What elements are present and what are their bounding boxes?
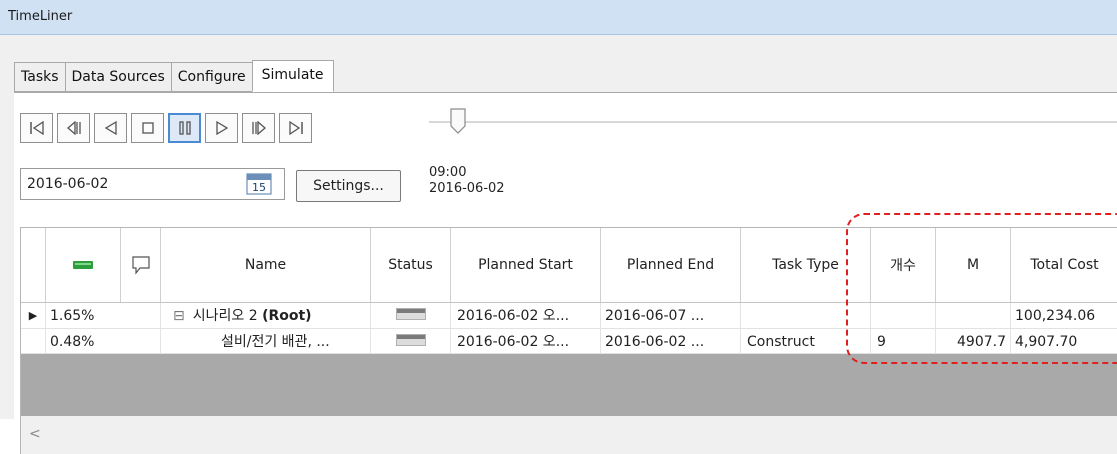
- play-backward-button[interactable]: [94, 113, 127, 143]
- header-progress[interactable]: [46, 228, 121, 302]
- header-task-type[interactable]: Task Type: [741, 228, 871, 302]
- step-back-button[interactable]: [57, 113, 90, 143]
- date-value: 2016-06-02: [27, 176, 109, 192]
- row-task-type: [741, 303, 871, 329]
- calendar-icon[interactable]: 15: [246, 173, 272, 195]
- play-icon: [215, 121, 228, 135]
- row-progress: 1.65%: [46, 303, 161, 329]
- grid-header: Name Status Planned Start Planned End Ta…: [21, 228, 1117, 303]
- row-total-cost: 100,234.06: [1015, 308, 1096, 324]
- table-row[interactable]: ▶ 1.65% ⊟ 시나리오 2 (Root) 2016-06-02 오... 2…: [21, 303, 1117, 329]
- row-planned-start: 2016-06-02 오...: [451, 303, 601, 329]
- window-titlebar: TimeLiner: [0, 0, 1117, 35]
- tab-tasks[interactable]: Tasks: [14, 62, 65, 92]
- row-name-text: 시나리오 2: [192, 308, 258, 324]
- window-title: TimeLiner: [8, 9, 73, 24]
- date-picker[interactable]: 2016-06-02 15: [20, 168, 285, 200]
- go-to-start-icon: [29, 121, 44, 135]
- table-row[interactable]: 0.48% 설비/전기 배관, ... 2016-06-02 오... 2016…: [21, 329, 1117, 355]
- current-date: 2016-06-02: [429, 181, 505, 196]
- time-slider[interactable]: [429, 105, 1117, 135]
- header-comment[interactable]: [121, 228, 161, 302]
- progress-bar-icon: [73, 261, 93, 269]
- slider-track: [429, 121, 1117, 123]
- tab-data-sources[interactable]: Data Sources: [64, 62, 171, 92]
- header-m[interactable]: M: [936, 228, 1011, 302]
- row-count: [871, 303, 936, 329]
- tab-simulate[interactable]: Simulate: [251, 60, 334, 92]
- timeliner-content: Tasks Data Sources Configure Simulate 20…: [0, 35, 1117, 454]
- settings-button[interactable]: Settings...: [296, 170, 401, 202]
- comment-icon: [131, 256, 150, 275]
- header-total-cost[interactable]: Total Cost: [1011, 228, 1117, 302]
- row-task-type: Construct: [741, 329, 871, 355]
- row-status: [371, 303, 451, 329]
- tab-bar: Tasks Data Sources Configure Simulate: [14, 60, 334, 92]
- status-bar: [395, 308, 426, 320]
- horizontal-scrollbar[interactable]: <: [21, 416, 1117, 454]
- task-grid: Name Status Planned Start Planned End Ta…: [20, 227, 1117, 454]
- step-forward-icon: [251, 121, 266, 135]
- row-m: 4907.7: [936, 329, 1011, 355]
- header-status[interactable]: Status: [371, 228, 451, 302]
- row-planned-end: 2016-06-02 ...: [601, 329, 741, 355]
- go-to-end-button[interactable]: [279, 113, 312, 143]
- calendar-day: 15: [252, 181, 266, 194]
- row-count: 9: [871, 329, 936, 355]
- pause-button[interactable]: [168, 113, 201, 143]
- grid-empty-area: [21, 354, 1117, 416]
- row-name[interactable]: 설비/전기 배관, ...: [161, 329, 371, 355]
- pause-icon: [178, 121, 191, 135]
- header-row-indicator: [21, 228, 46, 302]
- row-indicator: [21, 329, 46, 355]
- step-forward-button[interactable]: [242, 113, 275, 143]
- stop-button[interactable]: [131, 113, 164, 143]
- row-name[interactable]: ⊟ 시나리오 2 (Root): [161, 303, 371, 329]
- collapse-icon[interactable]: ⊟: [173, 308, 185, 324]
- current-time: 09:00: [429, 165, 467, 180]
- step-back-icon: [66, 121, 81, 135]
- header-name[interactable]: Name: [161, 228, 371, 302]
- header-planned-end[interactable]: Planned End: [601, 228, 741, 302]
- slider-thumb[interactable]: [449, 108, 467, 134]
- current-time-display: 09:00 2016-06-02: [429, 165, 505, 197]
- row-status: [371, 329, 451, 355]
- header-count[interactable]: 개수: [871, 228, 936, 302]
- scroll-left-icon[interactable]: <: [29, 426, 41, 442]
- go-to-end-icon: [288, 121, 303, 135]
- play-button[interactable]: [205, 113, 238, 143]
- header-planned-start[interactable]: Planned Start: [451, 228, 601, 302]
- status-bar: [395, 334, 426, 346]
- row-planned-start: 2016-06-02 오...: [451, 329, 601, 355]
- playback-controls: [20, 113, 316, 143]
- play-backward-icon: [104, 121, 117, 135]
- row-total-cost: 4,907.70: [1015, 334, 1078, 350]
- stop-icon: [141, 122, 154, 134]
- tab-configure[interactable]: Configure: [170, 62, 252, 92]
- go-to-start-button[interactable]: [20, 113, 53, 143]
- row-progress: 0.48%: [46, 329, 161, 355]
- row-planned-end: 2016-06-07 ...: [601, 303, 741, 329]
- row-m: [936, 303, 1011, 329]
- row-name-bold: (Root): [262, 308, 312, 324]
- row-selected-indicator-icon: ▶: [21, 303, 46, 329]
